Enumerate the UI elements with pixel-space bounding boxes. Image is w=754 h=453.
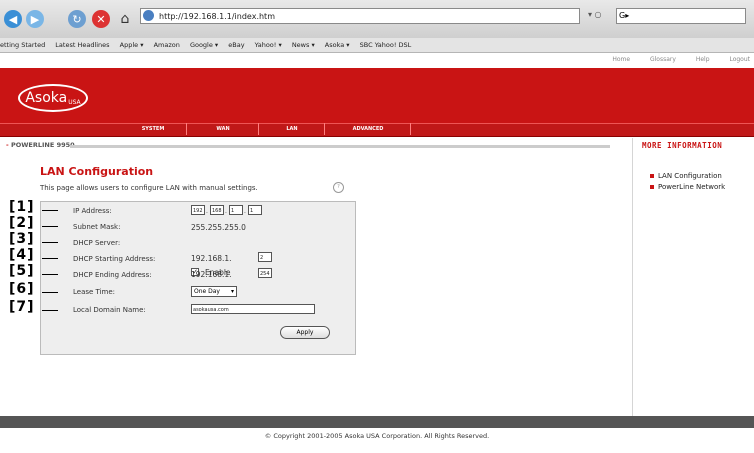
callout-number: [2]	[9, 215, 35, 231]
lease-time-label: Lease Time:	[73, 288, 116, 296]
bookmark-dropdown-icon[interactable]: ▾ ○	[588, 10, 602, 19]
dhcp-end-prefix: 192.168.1.	[191, 270, 232, 279]
dhcp-start-prefix: 192.168.1.	[191, 254, 232, 263]
logout-link[interactable]: Logout	[729, 56, 750, 63]
subnet-mask-value: 255.255.255.0	[191, 223, 246, 232]
forward-icon[interactable]: ▶	[26, 10, 44, 28]
bullet-icon	[650, 185, 654, 189]
menu-separator	[324, 123, 325, 135]
sidebar-title: MORE INFORMATION	[642, 141, 723, 150]
bookmark-item[interactable]: Amazon	[154, 41, 180, 49]
bullet-icon	[650, 174, 654, 178]
menu-advanced[interactable]: ADVANCED	[328, 123, 408, 135]
callout-number: [7]	[9, 299, 35, 315]
top-links: Home Glossary Help Logout	[594, 56, 750, 63]
ip-dot: .	[225, 208, 227, 215]
bookmark-item[interactable]: Asoka ▾	[325, 41, 350, 49]
callout-number: [6]	[9, 281, 35, 297]
home-link[interactable]: Home	[612, 56, 630, 63]
help-icon[interactable]: ?	[333, 182, 344, 193]
callout-line	[42, 292, 58, 293]
menu-system[interactable]: SYSTEM	[122, 123, 184, 135]
ip-octet-3-input[interactable]: 1	[229, 205, 243, 215]
dhcp-server-label: DHCP Server:	[73, 239, 121, 247]
bookmarks-bar: etting Started Latest Headlines Apple ▾ …	[0, 38, 754, 53]
callout-number: [1]	[9, 199, 35, 215]
callout-line	[42, 242, 58, 243]
callout-line	[42, 210, 58, 211]
callout-line	[42, 310, 58, 311]
ip-octet-1-input[interactable]: 192	[191, 205, 205, 215]
menu-separator	[410, 123, 411, 135]
address-bar[interactable]: http://192.168.1.1/index.htm	[140, 8, 580, 24]
page-description: This page allows users to configure LAN …	[40, 184, 258, 192]
header-banner	[0, 68, 754, 123]
breadcrumb: - POWERLINE 9950	[6, 141, 75, 149]
asoka-logo: Asoka USA	[18, 84, 88, 112]
menu-wan[interactable]: WAN	[190, 123, 256, 135]
menu-separator	[258, 123, 259, 135]
subnet-mask-label: Subnet Mask:	[73, 223, 121, 231]
page-title: LAN Configuration	[40, 165, 154, 178]
ip-address-label: IP Address:	[73, 207, 112, 215]
apply-button[interactable]: Apply	[280, 326, 330, 339]
bookmark-item[interactable]: SBC Yahoo! DSL	[360, 41, 412, 49]
back-icon[interactable]: ◀	[4, 10, 22, 28]
menu-lan[interactable]: LAN	[262, 123, 322, 135]
dhcp-end-input[interactable]: 254	[258, 268, 272, 278]
callout-number: [4]	[9, 247, 35, 263]
dhcp-start-input[interactable]: 2	[258, 252, 272, 262]
ip-octet-4-input[interactable]: 1	[248, 205, 262, 215]
callout-line	[42, 258, 58, 259]
reload-icon[interactable]: ↻	[68, 10, 86, 28]
ip-octet-2-input[interactable]: 168	[210, 205, 224, 215]
stop-icon[interactable]: ✕	[92, 10, 110, 28]
bookmark-item[interactable]: News ▾	[292, 41, 315, 49]
domain-name-label: Local Domain Name:	[73, 306, 146, 314]
bookmark-item[interactable]: eBay	[228, 41, 244, 49]
bookmark-item[interactable]: Latest Headlines	[55, 41, 109, 49]
callout-number: [5]	[9, 263, 35, 279]
menu-separator	[186, 123, 187, 135]
sidebar-link-powerline-network[interactable]: PowerLine Network	[650, 183, 725, 191]
home-icon[interactable]: ⌂	[116, 10, 134, 28]
footer-bar	[0, 416, 754, 428]
dhcp-start-label: DHCP Starting Address:	[73, 255, 156, 263]
breadcrumb-rule	[70, 145, 610, 148]
chevron-down-icon: ▾	[230, 288, 234, 295]
domain-name-input[interactable]: asokausa.com	[191, 304, 315, 314]
bookmark-item[interactable]: etting Started	[0, 41, 45, 49]
bookmark-item[interactable]: Apple ▾	[120, 41, 144, 49]
glossary-link[interactable]: Glossary	[650, 56, 676, 63]
lease-time-select[interactable]: One Day ▾	[191, 286, 237, 297]
dhcp-end-label: DHCP Ending Address:	[73, 271, 152, 279]
ip-dot: .	[244, 208, 246, 215]
bookmark-item[interactable]: Yahoo! ▾	[255, 41, 282, 49]
site-globe-icon	[143, 10, 154, 21]
sidebar-link-lan-configuration[interactable]: LAN Configuration	[650, 172, 722, 180]
bookmark-item[interactable]: Google ▾	[190, 41, 218, 49]
callout-number: [3]	[9, 231, 35, 247]
help-link[interactable]: Help	[696, 56, 710, 63]
copyright-text: © Copyright 2001-2005 Asoka USA Corporat…	[264, 432, 490, 440]
sidebar-divider	[632, 138, 633, 416]
ip-dot: .	[206, 208, 208, 215]
callout-line	[42, 226, 58, 227]
callout-line	[42, 274, 58, 275]
search-box[interactable]: G▸	[616, 8, 746, 24]
